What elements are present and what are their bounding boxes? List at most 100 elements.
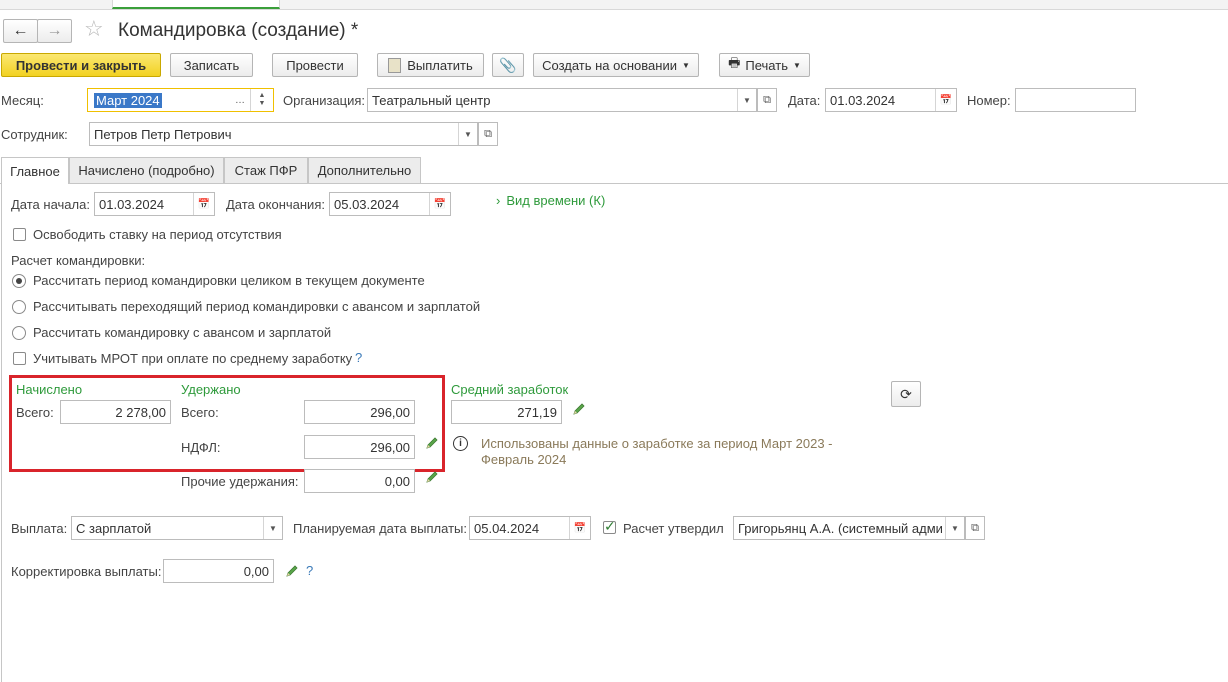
end-date-field[interactable]: 05.03.2024 📅 bbox=[329, 192, 451, 216]
printer-icon: 🖶 bbox=[728, 55, 741, 70]
planned-date-value: 05.04.2024 bbox=[474, 520, 540, 536]
date-label: Дата: bbox=[788, 93, 821, 108]
start-date-label: Дата начала: bbox=[11, 197, 90, 212]
average-earnings-edit-pencil-icon[interactable] bbox=[572, 402, 586, 416]
radio-calc-whole[interactable] bbox=[12, 274, 26, 288]
date-calendar-button[interactable]: 📅 bbox=[935, 89, 956, 111]
ndfl-edit-pencil-icon[interactable] bbox=[425, 436, 439, 450]
tab-main[interactable]: Главное bbox=[1, 157, 69, 184]
organization-open-button[interactable]: ⧉ bbox=[757, 88, 777, 112]
open-window-icon: ⧉ bbox=[484, 127, 492, 140]
radio-calc-with-advance[interactable] bbox=[12, 326, 26, 340]
withheld-total-field[interactable]: 296,00 bbox=[304, 400, 415, 424]
payout-label: Выплата: bbox=[11, 521, 68, 536]
attach-button[interactable]: 📎 bbox=[492, 53, 524, 77]
correction-edit-pencil-icon[interactable] bbox=[285, 564, 299, 578]
planned-date-field[interactable]: 05.04.2024 📅 bbox=[469, 516, 591, 540]
calendar-icon: 📅 bbox=[939, 94, 953, 106]
approved-by-value: Григорьянц А.А. (системный адми bbox=[738, 520, 943, 536]
withheld-total-label: Всего: bbox=[181, 405, 219, 420]
number-label: Номер: bbox=[967, 93, 1011, 108]
approved-label: Расчет утвердил bbox=[623, 521, 724, 536]
dropdown-arrow-icon: ▼ bbox=[792, 60, 801, 70]
paperclip-icon: 📎 bbox=[499, 56, 517, 73]
time-type-label: Вид времени (К) bbox=[506, 193, 606, 208]
dropdown-arrow-icon: ▼ bbox=[681, 60, 690, 70]
correction-field[interactable]: 0,00 bbox=[163, 559, 274, 583]
tabs-baseline bbox=[0, 183, 1228, 184]
other-deductions-label: Прочие удержания: bbox=[181, 474, 299, 489]
other-deductions-field[interactable]: 0,00 bbox=[304, 469, 415, 493]
correction-help-question-icon[interactable]: ? bbox=[306, 563, 313, 578]
organization-field[interactable]: Театральный центр ▼ bbox=[367, 88, 757, 112]
tab-accrued-detailed[interactable]: Начислено (подробно) bbox=[69, 157, 224, 183]
employee-field[interactable]: Петров Петр Петрович ▼ bbox=[89, 122, 478, 146]
save-button[interactable]: Записать bbox=[170, 53, 253, 77]
payout-value: С зарплатой bbox=[76, 520, 152, 536]
radio-calc-with-advance-label: Рассчитать командировку с авансом и зарп… bbox=[33, 325, 332, 340]
payout-dropdown-button[interactable]: ▼ bbox=[263, 517, 282, 539]
approved-by-dropdown-button[interactable]: ▼ bbox=[945, 517, 964, 539]
month-stepper[interactable]: ▲ ▼ bbox=[250, 89, 273, 111]
month-value: Март 2024 bbox=[94, 92, 162, 108]
chevron-down-icon: ▼ bbox=[951, 523, 959, 533]
organization-dropdown-button[interactable]: ▼ bbox=[737, 89, 756, 111]
forward-button[interactable]: → bbox=[37, 19, 72, 43]
employee-value: Петров Петр Петрович bbox=[94, 126, 232, 142]
accrued-title: Начислено bbox=[16, 382, 83, 397]
arrow-left-icon: ← bbox=[12, 22, 29, 39]
accrued-total-label: Всего: bbox=[16, 405, 54, 420]
month-select-button[interactable]: … bbox=[231, 89, 249, 111]
info-text-line-2: Февраль 2024 bbox=[481, 452, 567, 467]
start-date-field[interactable]: 01.03.2024 📅 bbox=[94, 192, 215, 216]
radio-calc-whole-label: Рассчитать период командировки целиком в… bbox=[33, 273, 425, 288]
help-question-icon[interactable]: ? bbox=[355, 350, 362, 365]
radio-calc-transitional[interactable] bbox=[12, 300, 26, 314]
approved-by-field[interactable]: Григорьянц А.А. (системный адми ▼ bbox=[733, 516, 965, 540]
date-value: 01.03.2024 bbox=[830, 92, 896, 108]
create-based-on-button[interactable]: Создать на основании ▼ bbox=[533, 53, 699, 77]
favorite-star-icon[interactable]: ☆ bbox=[84, 16, 104, 42]
other-deductions-edit-pencil-icon[interactable] bbox=[425, 470, 439, 484]
employee-open-button[interactable]: ⧉ bbox=[478, 122, 498, 146]
organization-label: Организация: bbox=[283, 93, 366, 108]
radio-calc-transitional-label: Рассчитывать переходящий период командир… bbox=[33, 299, 481, 314]
end-date-calendar-button[interactable]: 📅 bbox=[429, 193, 450, 215]
back-button[interactable]: ← bbox=[3, 19, 38, 43]
chevron-down-icon: ▼ bbox=[743, 95, 751, 105]
number-field[interactable] bbox=[1015, 88, 1136, 112]
month-field[interactable]: Март 2024 … ▲ ▼ bbox=[87, 88, 274, 112]
print-label: Печать bbox=[745, 57, 788, 73]
end-date-value: 05.03.2024 bbox=[334, 196, 400, 212]
free-rate-checkbox[interactable] bbox=[13, 228, 26, 241]
pay-button[interactable]: Выплатить bbox=[377, 53, 484, 77]
tab-content-border bbox=[1, 183, 2, 682]
tab-pfr-experience[interactable]: Стаж ПФР bbox=[224, 157, 308, 183]
planned-date-calendar-button[interactable]: 📅 bbox=[569, 517, 590, 539]
create-based-label: Создать на основании bbox=[542, 57, 677, 73]
ndfl-field[interactable]: 296,00 bbox=[304, 435, 415, 459]
date-field[interactable]: 01.03.2024 📅 bbox=[825, 88, 957, 112]
refresh-button[interactable]: ⟳ bbox=[891, 381, 921, 407]
approved-checkbox[interactable]: ✓ bbox=[603, 518, 616, 534]
time-type-link[interactable]: › Вид времени (К) bbox=[496, 193, 605, 208]
info-text-line-1: Использованы данные о заработке за перио… bbox=[481, 436, 833, 451]
arrow-right-icon: → bbox=[46, 22, 63, 39]
employee-dropdown-button[interactable]: ▼ bbox=[458, 123, 477, 145]
approved-by-open-button[interactable]: ⧉ bbox=[965, 516, 985, 540]
average-earnings-field[interactable]: 271,19 bbox=[451, 400, 562, 424]
ndfl-label: НДФЛ: bbox=[181, 440, 221, 455]
employee-label: Сотрудник: bbox=[1, 127, 68, 142]
tab-additional[interactable]: Дополнительно bbox=[308, 157, 421, 183]
post-button[interactable]: Провести bbox=[272, 53, 358, 77]
mrot-checkbox[interactable] bbox=[13, 352, 26, 365]
post-and-close-button[interactable]: Провести и закрыть bbox=[1, 53, 161, 77]
start-date-calendar-button[interactable]: 📅 bbox=[193, 193, 214, 215]
accrued-total-field[interactable]: 2 278,00 bbox=[60, 400, 171, 424]
calendar-icon: 📅 bbox=[433, 198, 447, 210]
payout-field[interactable]: С зарплатой ▼ bbox=[71, 516, 283, 540]
info-icon: i bbox=[453, 436, 468, 451]
chevron-right-icon: › bbox=[496, 193, 501, 208]
planned-date-label: Планируемая дата выплаты: bbox=[293, 521, 467, 536]
print-button[interactable]: 🖶 Печать ▼ bbox=[719, 53, 810, 77]
